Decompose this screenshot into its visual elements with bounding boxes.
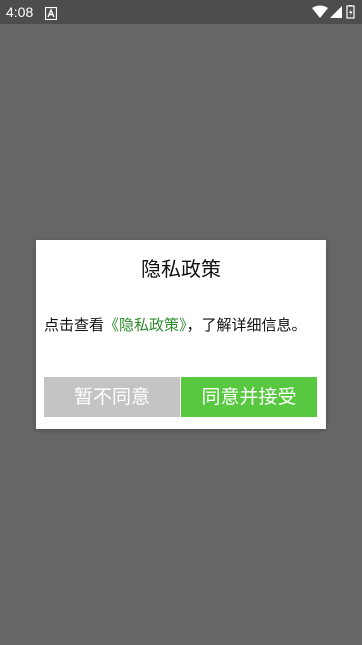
signal-icon [330, 6, 342, 18]
status-time: 4:08 [6, 4, 34, 20]
status-icons [312, 5, 356, 19]
privacy-policy-link[interactable]: 《隐私政策》 [104, 316, 187, 334]
accept-button[interactable]: 同意并接受 [181, 377, 317, 417]
decline-button[interactable]: 暂不同意 [44, 377, 180, 417]
dialog-button-row: 暂不同意 同意并接受 [44, 377, 317, 417]
message-prefix: 点击查看 [44, 316, 105, 334]
battery-icon [346, 5, 355, 19]
dialog-message: 点击查看《隐私政策》，了解详细信息。 [44, 310, 320, 341]
message-suffix: ，了解详细信息。 [186, 316, 307, 334]
a-notification-icon [44, 5, 58, 21]
wifi-icon [312, 5, 328, 18]
dialog-title: 隐私政策 [141, 257, 221, 281]
privacy-dialog: 隐私政策 点击查看《隐私政策》，了解详细信息。 暂不同意 同意并接受 [36, 240, 326, 429]
screen: 4:08 隐私政策 点击查看《隐私政策》，了解详细信息。 暂不同意 同意并接受 [0, 0, 362, 645]
status-bar: 4:08 [0, 0, 362, 24]
